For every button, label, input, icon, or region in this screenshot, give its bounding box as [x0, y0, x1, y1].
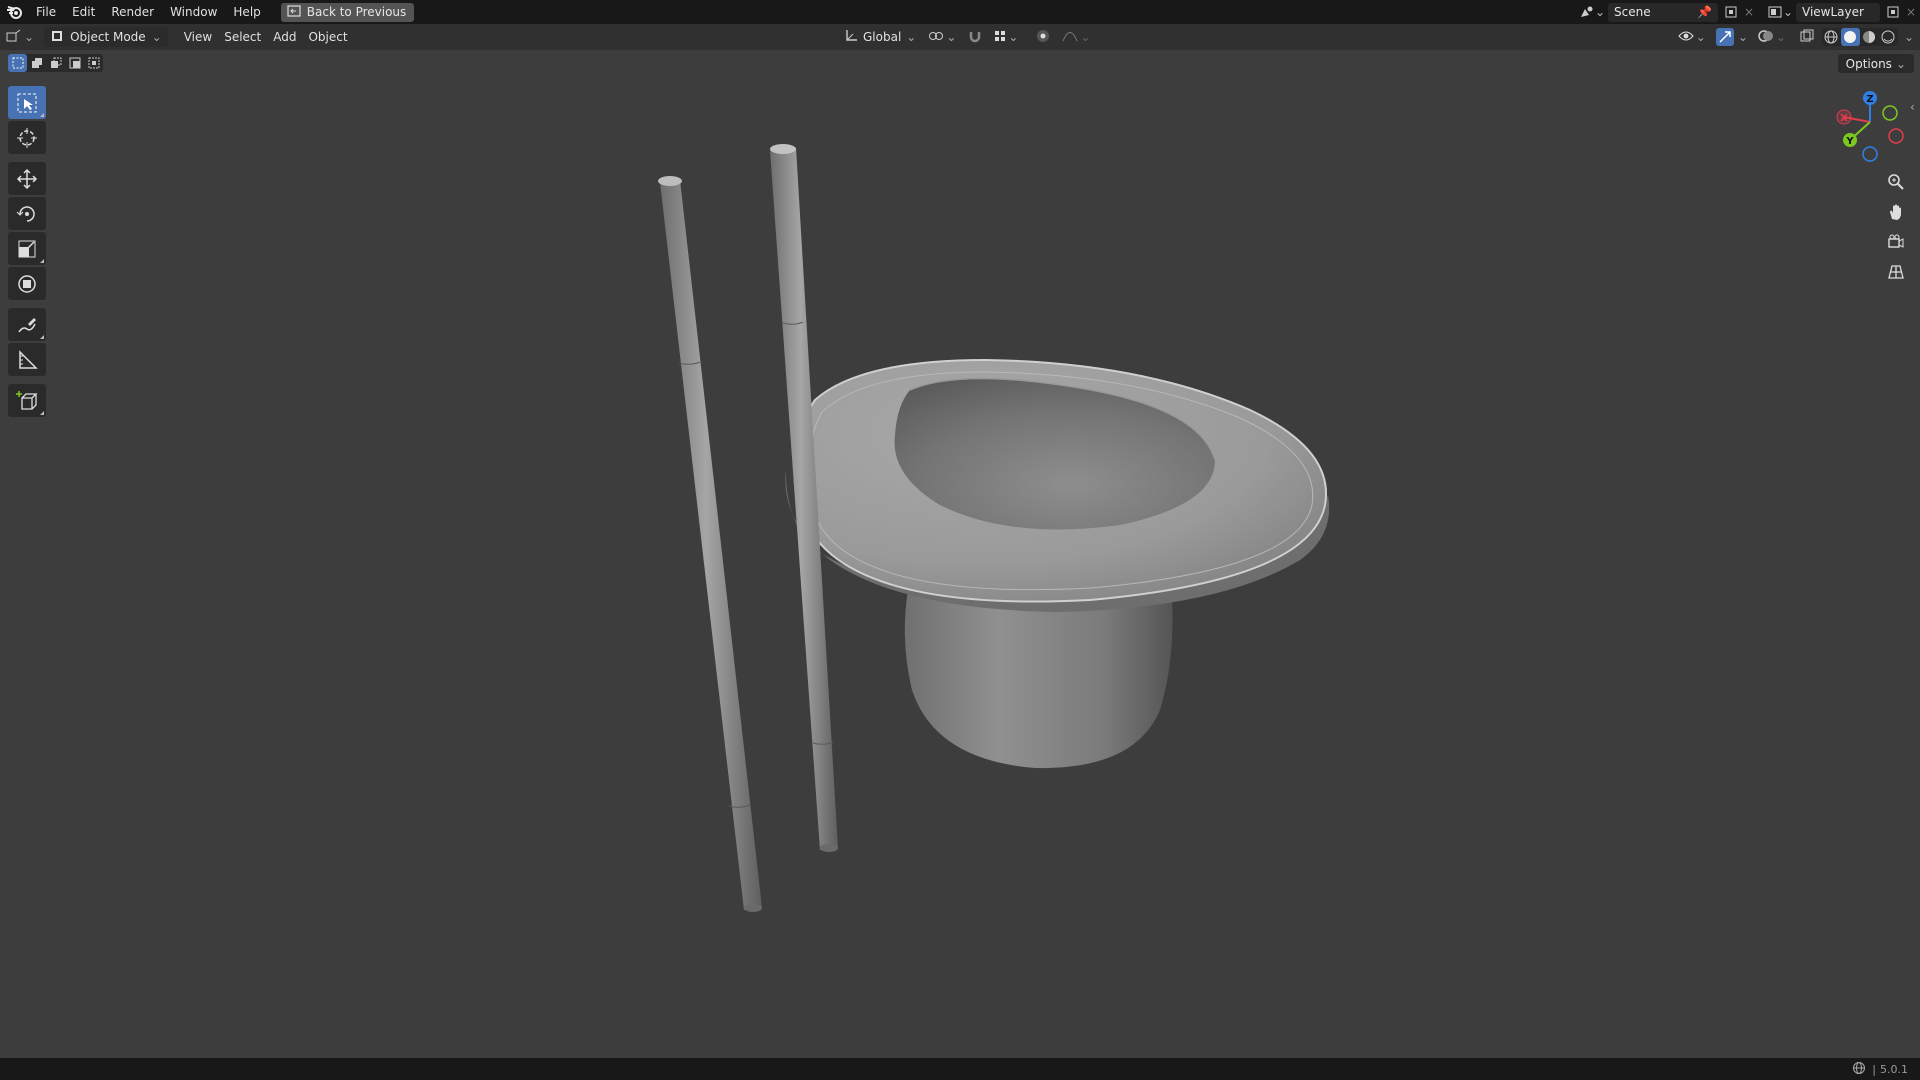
scene-name-text: Scene [1614, 5, 1651, 19]
header-center-group: Global ⌄ ⌄ ⌄ ⌄ [838, 27, 1097, 47]
menu-window[interactable]: Window [162, 0, 225, 24]
zoom-button[interactable] [1882, 168, 1910, 196]
rendered-shading-button[interactable] [1879, 28, 1898, 46]
chevron-down-icon: ⌄ [1695, 30, 1706, 44]
chevron-down-icon: ⌄ [1775, 30, 1786, 44]
visibility-selector[interactable]: ⌄ [1672, 27, 1712, 47]
scene-name-field[interactable]: Scene 📌 [1608, 2, 1718, 22]
pan-button[interactable] [1882, 198, 1910, 226]
proportional-icon [1036, 29, 1050, 46]
magnet-icon [968, 29, 982, 46]
snap-toggle[interactable] [962, 27, 988, 47]
chevron-down-icon: ⌄ [151, 30, 162, 44]
menu-select[interactable]: Select [218, 27, 267, 47]
orientation-icon [844, 29, 858, 46]
back-button-label: Back to Previous [306, 5, 407, 19]
zoom-magnifier-icon [1888, 174, 1904, 190]
camera-view-button[interactable] [1882, 228, 1910, 256]
solid-shading-button[interactable] [1840, 28, 1860, 46]
chevron-down-icon[interactable]: ⌄ [1783, 3, 1793, 21]
transform-orientation-selector[interactable]: Global ⌄ [838, 27, 922, 47]
object-mode-icon [50, 29, 64, 46]
delete-viewlayer-icon[interactable]: × [1902, 3, 1920, 21]
snap-target-selector[interactable]: ⌄ [988, 27, 1024, 47]
new-viewlayer-icon[interactable] [1884, 3, 1902, 21]
menu-add[interactable]: Add [267, 27, 302, 47]
menu-view[interactable]: View [178, 27, 218, 47]
proportional-editing-toggle[interactable] [1030, 27, 1056, 47]
viewport-3d-scene[interactable] [0, 50, 1920, 1058]
gizmo-x-label: X [1840, 113, 1848, 124]
pivot-point-selector[interactable]: ⌄ [922, 27, 962, 47]
eye-icon [1678, 30, 1694, 45]
viewlayer-name-text: ViewLayer [1802, 5, 1864, 19]
menu-edit[interactable]: Edit [64, 0, 103, 24]
overlays-icon [1758, 29, 1774, 46]
chevron-down-icon[interactable]: ⌄ [1904, 30, 1914, 44]
globe-icon [1852, 1061, 1866, 1078]
perspective-toggle-button[interactable] [1882, 258, 1910, 286]
menu-file[interactable]: File [28, 0, 64, 24]
chevron-down-icon: ⌄ [906, 30, 917, 44]
grid-perspective-icon [1888, 265, 1904, 279]
camera-icon [1888, 234, 1904, 248]
navigation-gizmo[interactable]: Z X Y [1830, 88, 1910, 168]
gizmo-icon [1715, 28, 1734, 46]
mode-label: Object Mode [70, 30, 146, 44]
xray-toggle[interactable] [1794, 27, 1820, 47]
back-to-previous-button[interactable]: Back to Previous [280, 2, 415, 22]
mode-selector[interactable]: Object Mode ⌄ [44, 27, 168, 47]
chevron-down-icon: ⌄ [1080, 30, 1091, 44]
menu-object[interactable]: Object [302, 27, 353, 47]
chevron-down-icon: ⌄ [1737, 30, 1748, 44]
sidebar-toggle-chevron-icon[interactable]: ‹ [1910, 100, 1915, 114]
menu-render[interactable]: Render [103, 0, 162, 24]
viewport-header: ⌄ Object Mode ⌄ View Select Add Object G… [0, 24, 1920, 50]
top-right-area: ⌄ Scene 📌 × ⌄ ViewLayer × [1578, 0, 1920, 24]
gizmo-y-label: Y [1845, 136, 1854, 147]
proportional-falloff-selector[interactable]: ⌄ [1056, 27, 1096, 47]
pivot-icon [928, 29, 944, 46]
xray-icon [1800, 29, 1814, 46]
wireframe-shading-button[interactable] [1822, 28, 1841, 46]
delete-scene-icon[interactable]: × [1740, 3, 1758, 21]
version-label: 5.0.1 [1880, 1062, 1908, 1076]
top-hat-model[interactable] [785, 358, 1330, 769]
chevron-down-icon: ⌄ [1008, 30, 1019, 44]
chevron-down-icon: ⌄ [24, 30, 35, 44]
orientation-label: Global [863, 30, 902, 44]
material-preview-shading-button[interactable] [1860, 28, 1879, 46]
pin-icon[interactable]: 📌 [1697, 5, 1712, 19]
top-bar: File Edit Render Window Help Back to Pre… [0, 0, 1920, 24]
falloff-curve-icon [1062, 30, 1078, 45]
cylinder-pole-left[interactable] [658, 176, 762, 912]
chevron-down-icon[interactable]: ⌄ [1595, 3, 1605, 21]
new-scene-icon[interactable] [1722, 3, 1740, 21]
gizmo-z-label: Z [1866, 94, 1873, 105]
gizmo-neg-y-axis[interactable] [1882, 105, 1898, 121]
snap-grid-icon [994, 30, 1006, 45]
chevron-down-icon: ⌄ [946, 30, 957, 44]
gizmo-neg-x-axis[interactable] [1888, 128, 1904, 144]
status-separator: | [1872, 1062, 1876, 1076]
shading-mode-group [1821, 28, 1898, 46]
editor-type-button[interactable]: ⌄ [0, 27, 40, 47]
overlays-toggle[interactable]: ⌄ [1752, 27, 1792, 47]
gizmo-neg-z-axis[interactable] [1862, 146, 1878, 162]
back-icon [287, 4, 301, 20]
header-right-group: ⌄ ⌄ ⌄ ⌄ [1672, 27, 1914, 47]
viewlayer-browse-icon[interactable] [1766, 3, 1784, 21]
viewlayer-name-field[interactable]: ViewLayer [1796, 2, 1880, 22]
menu-help[interactable]: Help [225, 0, 268, 24]
blender-logo-icon[interactable] [0, 0, 28, 24]
viewport-editor-icon [6, 29, 22, 46]
hand-icon [1890, 204, 1901, 220]
gizmo-toggle[interactable]: ⌄ [1714, 27, 1750, 47]
scene-browse-icon[interactable] [1578, 3, 1596, 21]
status-bar: | 5.0.1 [0, 1058, 1920, 1080]
